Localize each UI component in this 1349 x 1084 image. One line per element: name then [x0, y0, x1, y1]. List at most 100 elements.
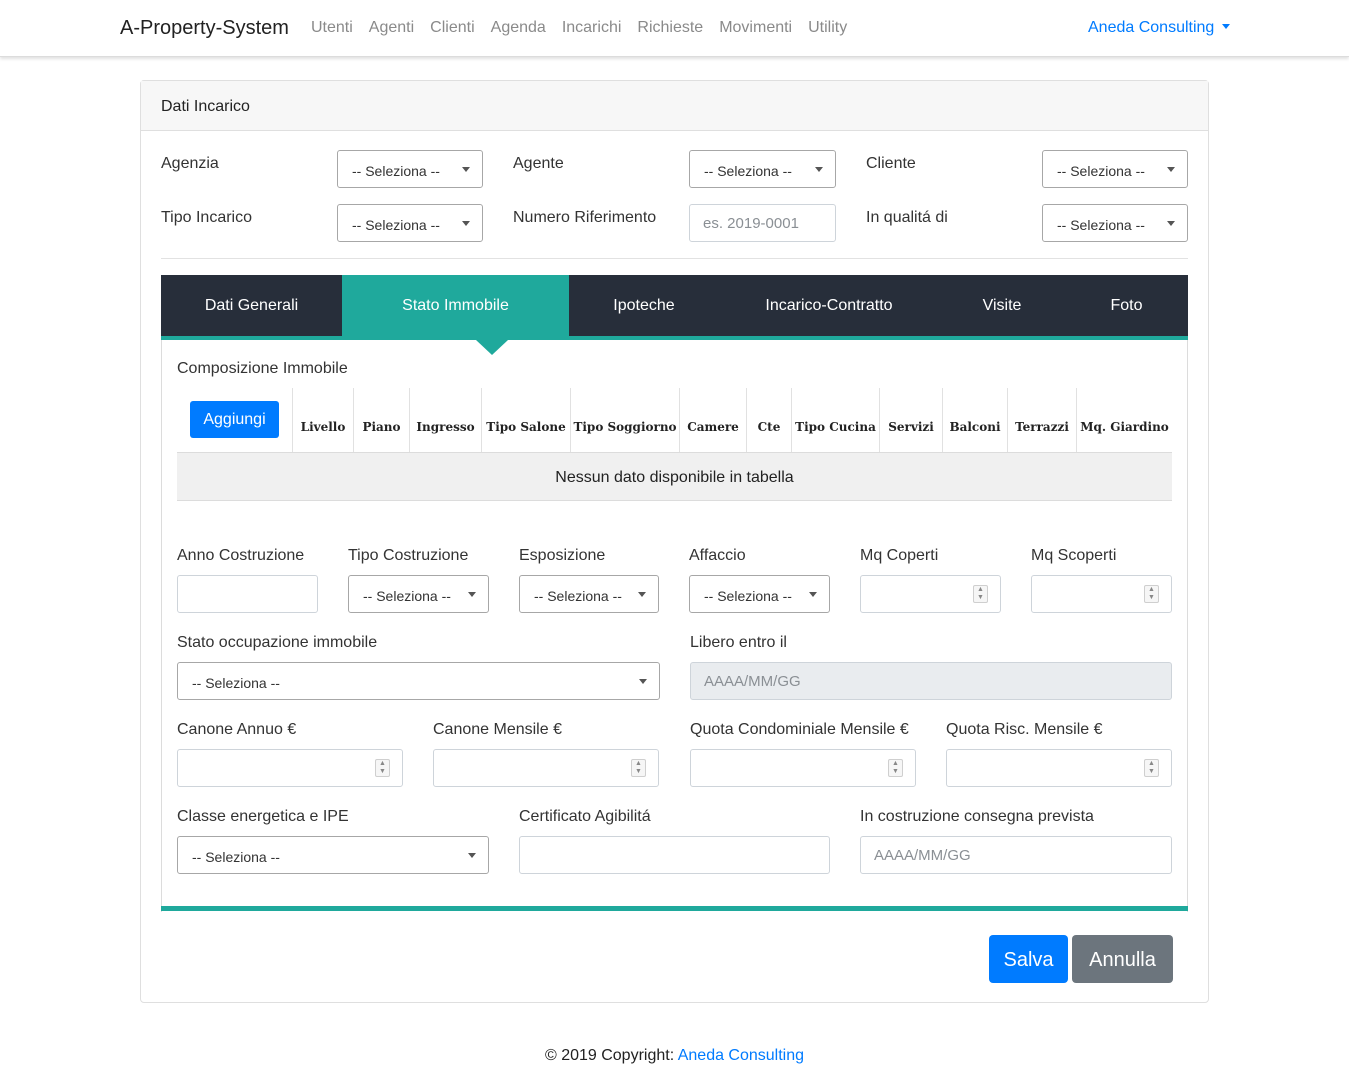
nav-link-incarichi[interactable]: Incarichi [562, 19, 622, 37]
cliente-label: Cliente [866, 155, 916, 172]
card-title: Dati Incarico [161, 98, 250, 115]
quota-risc-label: Quota Risc. Mensile € [946, 721, 1103, 738]
col-tipo-salone[interactable]: Tipo Salone [481, 388, 570, 452]
tipo-incarico-value: -- Seleziona -- [352, 217, 440, 233]
cliente-select[interactable]: -- Seleziona -- [1042, 150, 1188, 188]
dropdown-arrow-icon [1167, 221, 1175, 226]
numero-riferimento-label: Numero Riferimento [513, 209, 657, 226]
col-balconi[interactable]: Balconi [942, 388, 1007, 452]
divider [161, 258, 1188, 259]
canone-mensile-label: Canone Mensile € [433, 721, 562, 738]
dropdown-arrow-icon [462, 167, 470, 172]
stepper-icon[interactable]: ▲ ▼ [375, 759, 390, 777]
nav-links: Utenti Agenti Clienti Agenda Incarichi R… [311, 19, 863, 37]
col-ingresso[interactable]: Ingresso [409, 388, 481, 452]
agente-value: -- Seleziona -- [704, 163, 792, 179]
account-dropdown[interactable]: Aneda Consulting [1088, 19, 1231, 37]
col-tipo-cucina[interactable]: Tipo Cucina [791, 388, 879, 452]
classe-energetica-select[interactable]: -- Seleziona -- [177, 836, 489, 874]
libero-entro-placeholder: AAAA/MM/GG [704, 673, 801, 690]
nav-link-richieste[interactable]: Richieste [637, 19, 703, 37]
nav-link-agenda[interactable]: Agenda [491, 19, 546, 37]
canone-annuo-label: Canone Annuo € [177, 721, 297, 738]
brand[interactable]: A-Property-System [120, 17, 289, 40]
col-terrazzi[interactable]: Terrazzi [1007, 388, 1076, 452]
composizione-title: Composizione Immobile [177, 360, 348, 377]
quota-risc-input[interactable]: ▲ ▼ [946, 749, 1172, 787]
libero-entro-label: Libero entro il [690, 634, 787, 651]
tipo-costruzione-value: -- Seleziona -- [363, 588, 451, 604]
affaccio-select[interactable]: -- Seleziona -- [689, 575, 830, 613]
mq-coperti-input[interactable]: ▲ ▼ [860, 575, 1001, 613]
agente-select[interactable]: -- Seleziona -- [689, 150, 836, 188]
quota-condominiale-label: Quota Condominiale Mensile € [690, 721, 909, 738]
col-piano[interactable]: Piano [353, 388, 409, 452]
nav-link-utenti[interactable]: Utenti [311, 19, 353, 37]
mq-coperti-label: Mq Coperti [860, 547, 939, 564]
tipo-costruzione-select[interactable]: -- Seleziona -- [348, 575, 489, 613]
certificato-input[interactable] [519, 836, 830, 874]
consegna-prevista-placeholder: AAAA/MM/GG [874, 847, 971, 864]
stepper-icon[interactable]: ▲ ▼ [631, 759, 646, 777]
col-cte[interactable]: Cte [746, 388, 791, 452]
stepper-icon[interactable]: ▲ ▼ [1144, 759, 1159, 777]
quota-condominiale-input[interactable]: ▲ ▼ [690, 749, 916, 787]
footer: © 2019 Copyright: Aneda Consulting [0, 1047, 1349, 1065]
tab-dati-generali[interactable]: Dati Generali [161, 275, 342, 336]
classe-energetica-value: -- Seleziona -- [192, 849, 280, 865]
tab-stato-immobile[interactable]: Stato Immobile [342, 275, 569, 336]
panel-bottom-bar [161, 906, 1188, 911]
numero-riferimento-placeholder: es. 2019-0001 [703, 215, 799, 232]
cancel-button[interactable]: Annulla [1072, 935, 1173, 983]
mq-scoperti-input[interactable]: ▲ ▼ [1031, 575, 1172, 613]
stato-occupazione-value: -- Seleziona -- [192, 675, 280, 691]
canone-annuo-input[interactable]: ▲ ▼ [177, 749, 403, 787]
agente-label: Agente [513, 155, 564, 172]
nav-link-agenti[interactable]: Agenti [369, 19, 414, 37]
stepper-icon[interactable]: ▲ ▼ [1144, 585, 1159, 603]
tab-ipoteche[interactable]: Ipoteche [569, 275, 719, 336]
card-header: Dati Incarico [141, 81, 1208, 131]
composizione-table-header: Aggiungi Livello Piano Ingresso Tipo Sal… [177, 388, 1172, 452]
consegna-prevista-input[interactable]: AAAA/MM/GG [860, 836, 1172, 874]
esposizione-value: -- Seleziona -- [534, 588, 622, 604]
stato-occupazione-select[interactable]: -- Seleziona -- [177, 662, 660, 700]
agenzia-select[interactable]: -- Seleziona -- [337, 150, 483, 188]
anno-costruzione-input[interactable] [177, 575, 318, 613]
incarico-card: Dati Incarico Agenzia -- Seleziona -- Ag… [140, 80, 1209, 1003]
esposizione-select[interactable]: -- Seleziona -- [519, 575, 659, 613]
libero-entro-input[interactable]: AAAA/MM/GG [690, 662, 1172, 700]
stato-occupazione-label: Stato occupazione immobile [177, 634, 378, 651]
account-name: Aneda Consulting [1088, 19, 1215, 36]
classe-energetica-label: Classe energetica e IPE [177, 808, 349, 825]
tipo-incarico-label: Tipo Incarico [161, 209, 252, 226]
stepper-icon[interactable]: ▲ ▼ [888, 759, 903, 777]
tab-foto[interactable]: Foto [1065, 275, 1188, 336]
nav-link-movimenti[interactable]: Movimenti [719, 19, 792, 37]
numero-riferimento-input[interactable]: es. 2019-0001 [689, 204, 836, 242]
cliente-value: -- Seleziona -- [1057, 163, 1145, 179]
nav-link-clienti[interactable]: Clienti [430, 19, 474, 37]
col-camere[interactable]: Camere [679, 388, 746, 452]
dropdown-arrow-icon [809, 592, 817, 597]
dropdown-arrow-icon [468, 592, 476, 597]
canone-mensile-input[interactable]: ▲ ▼ [433, 749, 659, 787]
stepper-icon[interactable]: ▲ ▼ [973, 585, 988, 603]
save-button[interactable]: Salva [989, 935, 1068, 983]
tab-incarico-contratto[interactable]: Incarico-Contratto [719, 275, 939, 336]
footer-copyright: © 2019 Copyright: [544, 1047, 678, 1064]
footer-link[interactable]: Aneda Consulting [678, 1047, 804, 1064]
col-livello[interactable]: Livello [292, 388, 353, 452]
nav-link-utility[interactable]: Utility [808, 19, 847, 37]
agenzia-value: -- Seleziona -- [352, 163, 440, 179]
consegna-prevista-label: In costruzione consegna prevista [860, 808, 1094, 825]
tab-underline [161, 336, 1188, 340]
in-qualita-select[interactable]: -- Seleziona -- [1042, 204, 1188, 242]
col-servizi[interactable]: Servizi [879, 388, 942, 452]
tipo-incarico-select[interactable]: -- Seleziona -- [337, 204, 483, 242]
tab-visite[interactable]: Visite [939, 275, 1065, 336]
col-mq-giardino[interactable]: Mq. Giardino [1076, 388, 1172, 452]
dropdown-arrow-icon [638, 592, 646, 597]
col-tipo-soggiorno[interactable]: Tipo Soggiorno [570, 388, 679, 452]
aggiungi-button[interactable]: Aggiungi [190, 401, 279, 438]
